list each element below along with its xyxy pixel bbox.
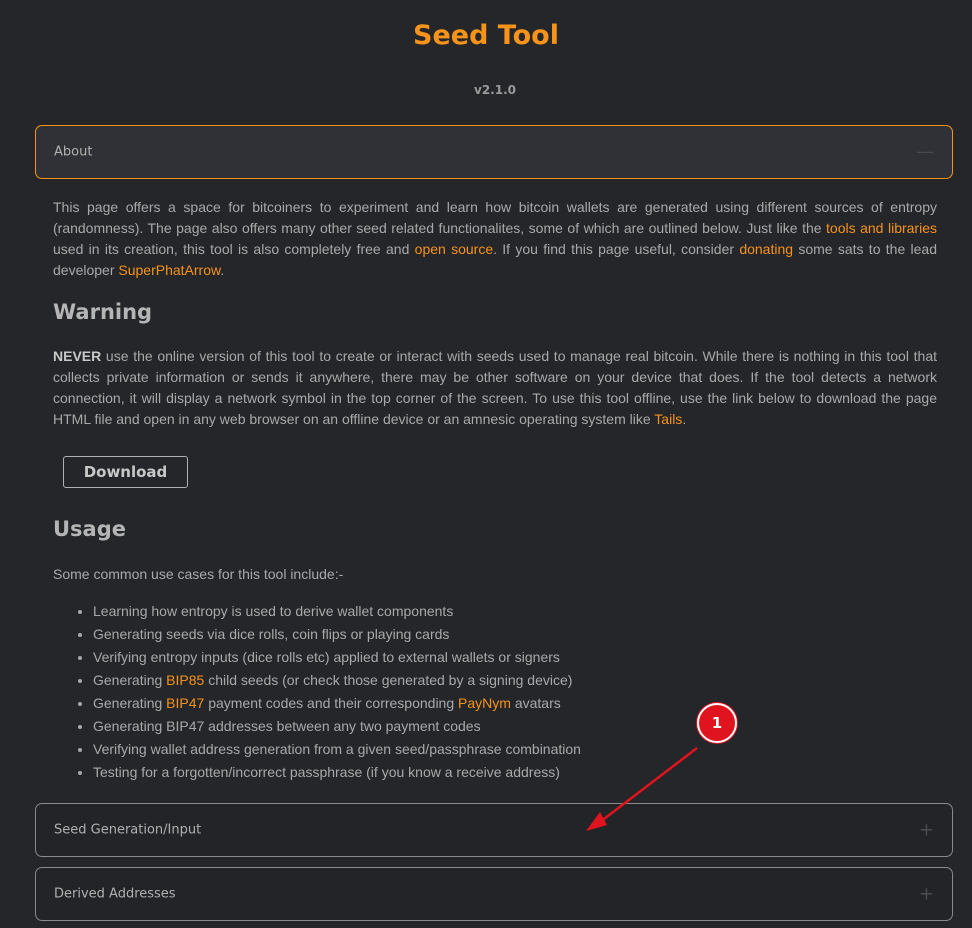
annotation-marker: 1 [697, 703, 737, 743]
annotation-arrow [586, 747, 698, 831]
